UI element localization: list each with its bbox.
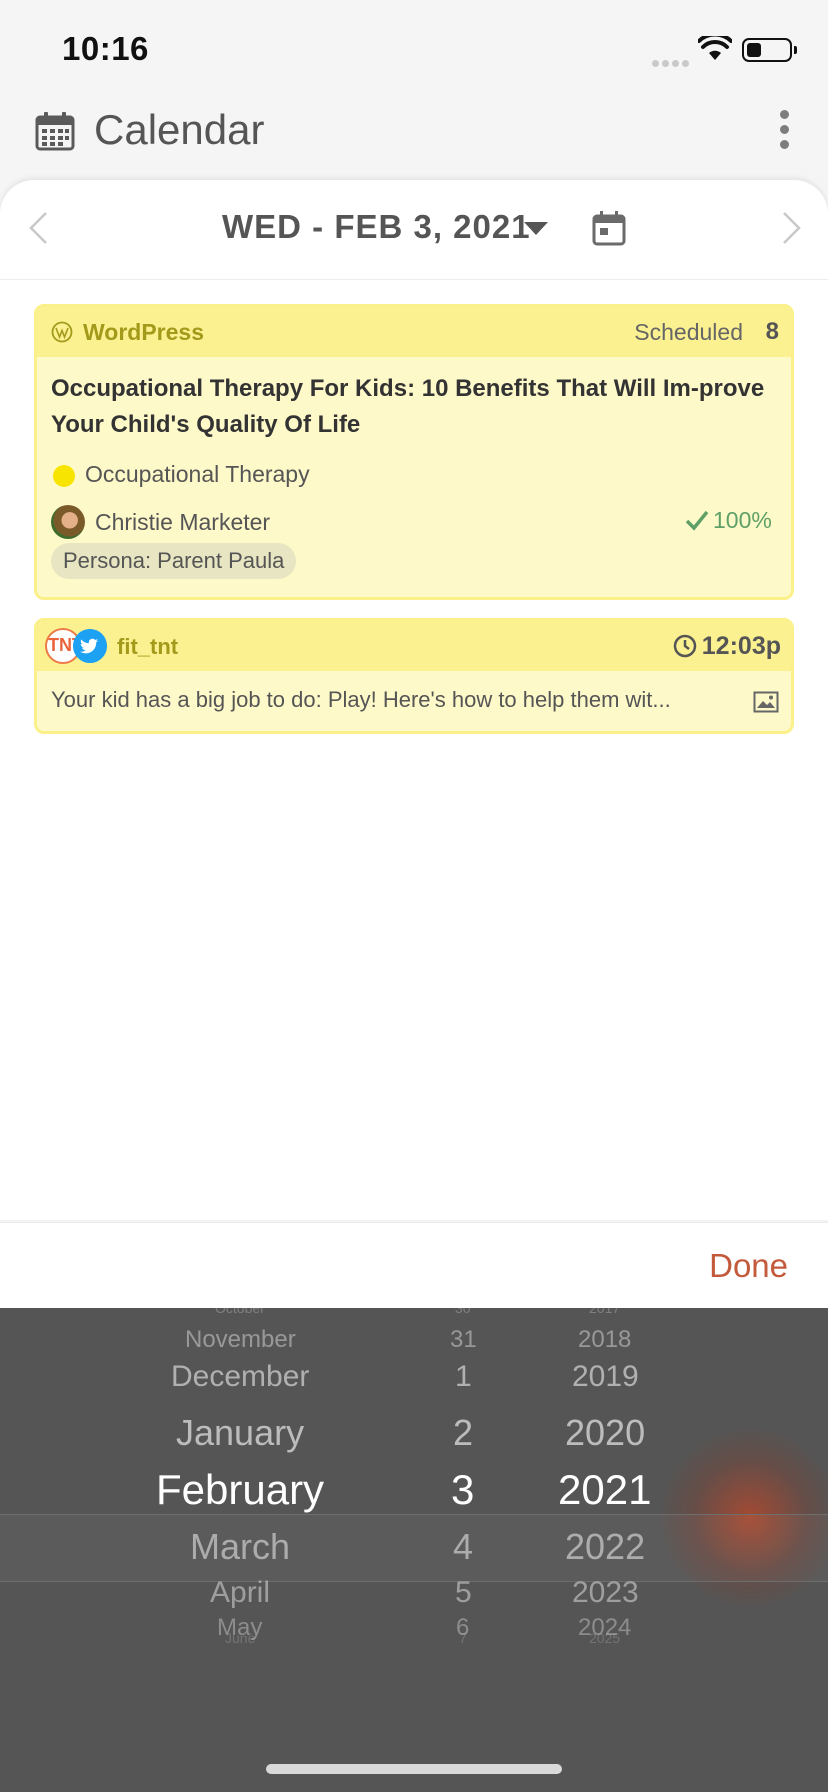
post-title: Occupational Therapy For Kids: 10 Benefi…: [51, 375, 765, 438]
persona-chip: Persona: Parent Paula: [51, 543, 297, 579]
picker-day-option[interactable]: 30: [455, 1308, 471, 1316]
status-time: 10:16: [62, 30, 149, 67]
author-name: Christie Marketer: [95, 509, 271, 535]
picker-day-option[interactable]: 2: [453, 1412, 473, 1454]
done-button[interactable]: Done: [709, 1247, 788, 1285]
previous-day-button[interactable]: [26, 210, 50, 246]
cellular-signal-icon: [652, 54, 692, 72]
date-picker-wheel[interactable]: October November December January February Ma…: [0, 1308, 828, 1792]
caret-down-icon[interactable]: [524, 222, 548, 235]
picker-month-option[interactable]: October: [215, 1308, 265, 1316]
wifi-icon: [698, 36, 732, 60]
app-header: Calendar: [0, 96, 828, 180]
status-bar: 10:16: [0, 0, 828, 96]
picker-month-option[interactable]: November: [185, 1326, 296, 1354]
picker-year-option[interactable]: 2021: [558, 1466, 651, 1514]
picker-year-option[interactable]: 2025: [589, 1630, 620, 1646]
more-vertical-icon[interactable]: [770, 110, 798, 152]
picker-day-option[interactable]: 7: [459, 1630, 467, 1646]
picker-day-option[interactable]: 31: [450, 1326, 477, 1354]
wordpress-icon: [51, 321, 73, 343]
battery-icon: [742, 38, 797, 62]
card-header: WordPress Scheduled 8: [37, 307, 791, 357]
picker-year-option[interactable]: 2023: [572, 1576, 639, 1610]
card-header: TNT fit_tnt 12:03p: [37, 621, 791, 671]
twitter-icon: [73, 629, 107, 663]
avatar: [51, 505, 85, 539]
scheduled-label: Scheduled: [634, 319, 743, 345]
tag-name: Occupational Therapy: [85, 461, 310, 487]
date-label[interactable]: WED - FEB 3, 2021: [222, 208, 531, 246]
picker-year-option[interactable]: 2020: [565, 1412, 645, 1454]
account-name: fit_tnt: [117, 634, 179, 659]
picker-month-option[interactable]: March: [190, 1526, 290, 1568]
next-day-button[interactable]: [780, 210, 804, 246]
picker-toolbar: Done: [0, 1222, 828, 1308]
battery-level: [747, 43, 761, 57]
platform-name: WordPress: [83, 319, 205, 345]
completion-percent: 100%: [713, 507, 772, 533]
picker-month-option[interactable]: December: [171, 1360, 309, 1394]
picker-day-option[interactable]: 5: [455, 1576, 472, 1610]
picker-month-option[interactable]: June: [225, 1630, 255, 1646]
calendar-icon: [35, 112, 75, 151]
picker-year-option[interactable]: 2019: [572, 1360, 639, 1394]
picker-month-option[interactable]: April: [210, 1576, 270, 1610]
app-screen: 10:16 Calendar WED - FEB 3, 2021 WordPre…: [0, 0, 828, 1792]
wordpress-post-card[interactable]: WordPress Scheduled 8 Occupational Thera…: [34, 304, 794, 600]
picker-day-option[interactable]: 3: [451, 1466, 474, 1514]
page-title: Calendar: [94, 106, 265, 153]
scheduled-count: 8: [765, 318, 779, 345]
image-icon: [753, 691, 779, 713]
picker-year-option[interactable]: 2018: [578, 1326, 631, 1354]
picker-year-option[interactable]: 2022: [565, 1526, 645, 1568]
selection-band: [0, 1514, 828, 1582]
date-navigation: WED - FEB 3, 2021: [0, 180, 828, 280]
clock-icon: [673, 634, 697, 658]
picker-day-option[interactable]: 1: [455, 1360, 472, 1394]
twitter-post-card[interactable]: TNT fit_tnt 12:03p Your kid has a big jo…: [34, 618, 794, 734]
picker-year-option[interactable]: 2017: [589, 1308, 620, 1316]
picker-day-option[interactable]: 4: [453, 1526, 473, 1568]
home-indicator: [266, 1764, 562, 1774]
calendar-day-panel: WED - FEB 3, 2021 WordPress Scheduled 8 …: [0, 180, 828, 1220]
tag-color-dot: [53, 465, 75, 487]
date-picker-icon[interactable]: [592, 210, 626, 246]
picker-month-option[interactable]: February: [156, 1466, 324, 1514]
picker-month-option[interactable]: January: [176, 1412, 304, 1454]
tweet-text: Your kid has a big job to do: Play! Here…: [51, 687, 671, 712]
scheduled-time: 12:03p: [701, 632, 781, 660]
check-icon: [685, 510, 709, 531]
